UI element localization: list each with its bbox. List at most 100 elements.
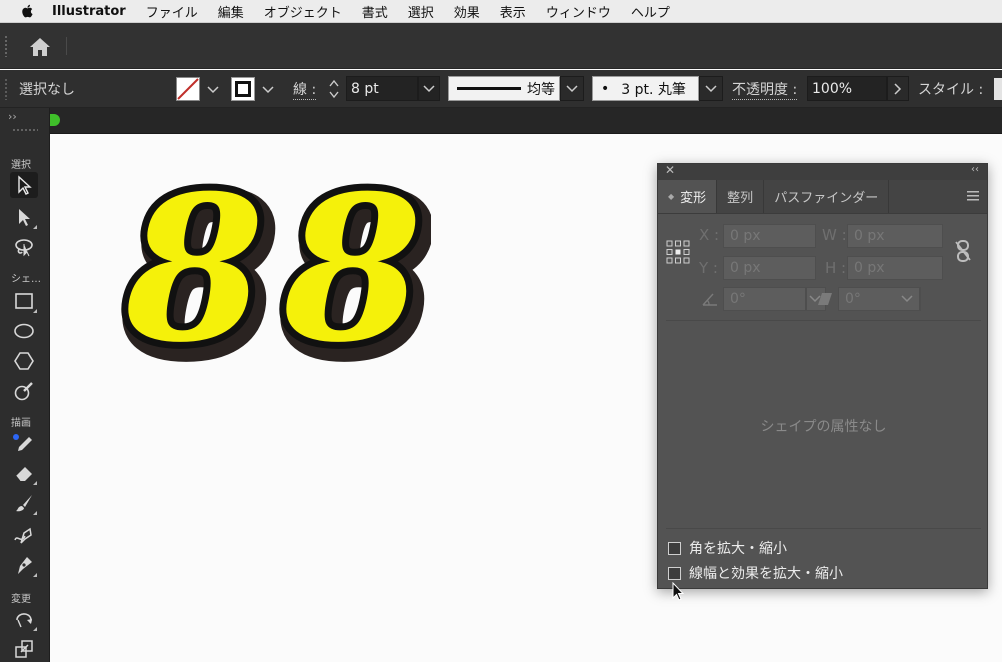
- toolbar-grip[interactable]: [12, 128, 38, 132]
- control-bar-grip[interactable]: [4, 78, 8, 100]
- apple-menu-icon[interactable]: [18, 3, 38, 19]
- variable-width-profile[interactable]: 均等: [448, 76, 560, 101]
- digit-fill: 8: [124, 175, 264, 375]
- h-input[interactable]: 0 px: [847, 256, 943, 280]
- brush-definition[interactable]: • 3 pt. 丸筆: [592, 76, 699, 101]
- shear-angle-dropdown[interactable]: [898, 287, 920, 311]
- menu-window[interactable]: ウィンドウ: [546, 2, 611, 21]
- shear-angle-icon: [818, 293, 832, 305]
- scale-corners-option[interactable]: 角を拡大・縮小: [668, 538, 787, 558]
- tab-transform[interactable]: ◆ 変形: [658, 180, 718, 213]
- lasso-tool[interactable]: [10, 234, 38, 260]
- curvature-pen-icon: [14, 527, 32, 544]
- ellipse-icon: [14, 323, 34, 339]
- menu-select[interactable]: 選択: [408, 2, 434, 21]
- eraser-tool[interactable]: [10, 460, 38, 486]
- tab-grip-icon: ◆: [668, 192, 675, 201]
- opacity-label[interactable]: 不透明度 :: [732, 79, 798, 100]
- brush-bullet: •: [601, 80, 610, 97]
- tab-pathfinder-label: パスファインダー: [774, 191, 879, 206]
- panel-menu-icon[interactable]: [967, 191, 979, 201]
- paintbrush-tool[interactable]: [10, 490, 38, 516]
- stroke-dropdown-chevron-icon[interactable]: [262, 86, 274, 94]
- home-icon[interactable]: [28, 36, 52, 58]
- menu-view[interactable]: 表示: [500, 2, 526, 21]
- digit-8-left[interactable]: 8 8 8: [117, 175, 282, 375]
- shear-angle-value: 0°: [845, 291, 861, 307]
- app-menu[interactable]: Illustrator: [52, 4, 126, 19]
- tool-group-indicator: [33, 309, 37, 313]
- selection-tool[interactable]: [10, 172, 38, 198]
- tool-group-indicator: [33, 573, 37, 577]
- scale-strokes-option[interactable]: 線幅と効果を拡大・縮小: [668, 563, 843, 583]
- w-input[interactable]: 0 px: [847, 224, 943, 248]
- appbar-divider: [66, 37, 67, 55]
- constrain-proportions-link-icon[interactable]: [954, 240, 972, 262]
- stroke-weight-value: 8 pt: [351, 80, 379, 97]
- menu-object[interactable]: オブジェクト: [264, 2, 342, 21]
- scale-corners-checkbox[interactable]: [668, 541, 681, 555]
- no-shape-properties-text: シェイプの属性なし: [760, 419, 887, 435]
- polygon-tool[interactable]: [10, 348, 38, 374]
- tab-align[interactable]: 整列: [717, 180, 765, 213]
- rotate-tool[interactable]: [10, 606, 38, 632]
- y-input[interactable]: 0 px: [723, 256, 816, 280]
- curvature-tool[interactable]: [10, 522, 38, 548]
- style-label: スタイル :: [918, 82, 984, 98]
- rotate-angle-input[interactable]: 0°: [723, 287, 806, 311]
- tool-group-indicator: [33, 627, 37, 631]
- chevron-down-icon: [705, 84, 717, 92]
- tab-pathfinder[interactable]: パスファインダー: [764, 180, 890, 213]
- panel-close-icon[interactable]: ✕: [665, 163, 675, 177]
- chevron-down-icon: [423, 84, 435, 92]
- selection-arrow-icon: [18, 175, 32, 195]
- transform-panel: ✕ ‹‹ ◆ 変形 整列 パスファインダー X : 0 px W : 0 px …: [657, 163, 988, 589]
- brush-dropdown[interactable]: [699, 76, 723, 101]
- h-label: H :: [825, 259, 847, 277]
- profile-dropdown[interactable]: [560, 76, 584, 101]
- rectangle-tool[interactable]: [10, 288, 38, 314]
- menu-edit[interactable]: 編集: [218, 2, 244, 21]
- stroke-label[interactable]: 線 :: [293, 79, 317, 100]
- menu-file[interactable]: ファイル: [146, 2, 198, 21]
- digit-8-right[interactable]: 8 8 8: [275, 175, 431, 375]
- artwork-88[interactable]: 8 8 8 8 8 8: [111, 175, 431, 375]
- graphic-style-swatch[interactable]: [994, 78, 1002, 100]
- menu-help[interactable]: ヘルプ: [631, 2, 670, 21]
- reference-point-icon[interactable]: [666, 240, 690, 264]
- lasso-icon: [15, 239, 33, 257]
- panel-tabs: ◆ 変形 整列 パスファインダー: [658, 180, 987, 214]
- w-value: 0 px: [854, 228, 885, 244]
- expand-toolbar-icon[interactable]: ››: [8, 110, 17, 123]
- pencil-tool[interactable]: [10, 430, 38, 456]
- scale-strokes-checkbox[interactable]: [668, 566, 681, 580]
- stroke-swatch[interactable]: [231, 77, 255, 101]
- w-label: W :: [822, 226, 847, 244]
- appbar-grip[interactable]: [4, 35, 8, 57]
- shaper-tool[interactable]: [10, 378, 38, 404]
- stroke-weight-dropdown[interactable]: [418, 76, 440, 101]
- x-value: 0 px: [730, 228, 761, 244]
- panel-header[interactable]: ✕ ‹‹: [658, 163, 987, 180]
- stroke-weight-input[interactable]: 8 pt: [346, 76, 418, 101]
- stroke-stepper-icon[interactable]: [328, 78, 340, 100]
- direct-selection-tool[interactable]: [10, 204, 38, 230]
- panel-collapse-icon[interactable]: ‹‹: [971, 164, 979, 175]
- y-label: Y :: [699, 259, 718, 277]
- menu-effect[interactable]: 効果: [454, 2, 480, 21]
- fill-dropdown-chevron-icon[interactable]: [207, 86, 219, 94]
- ellipse-tool[interactable]: [10, 318, 38, 344]
- opacity-input[interactable]: 100%: [807, 76, 887, 101]
- fill-swatch[interactable]: [176, 77, 200, 101]
- scale-tool[interactable]: [10, 636, 38, 662]
- x-input[interactable]: 0 px: [723, 224, 816, 248]
- y-value: 0 px: [730, 260, 761, 276]
- control-bar: 選択なし 線 : 8 pt 均等 • 3 pt. 丸筆 不透明度 : 100% …: [0, 70, 1002, 108]
- document-tab-indicator[interactable]: [50, 114, 60, 126]
- pen-icon: [18, 557, 32, 574]
- tool-group-indicator: [33, 225, 37, 229]
- pen-tool[interactable]: [10, 552, 38, 578]
- section-label-modify: 変更: [11, 594, 31, 605]
- menu-type[interactable]: 書式: [362, 2, 388, 21]
- opacity-flyout-button[interactable]: [887, 76, 909, 101]
